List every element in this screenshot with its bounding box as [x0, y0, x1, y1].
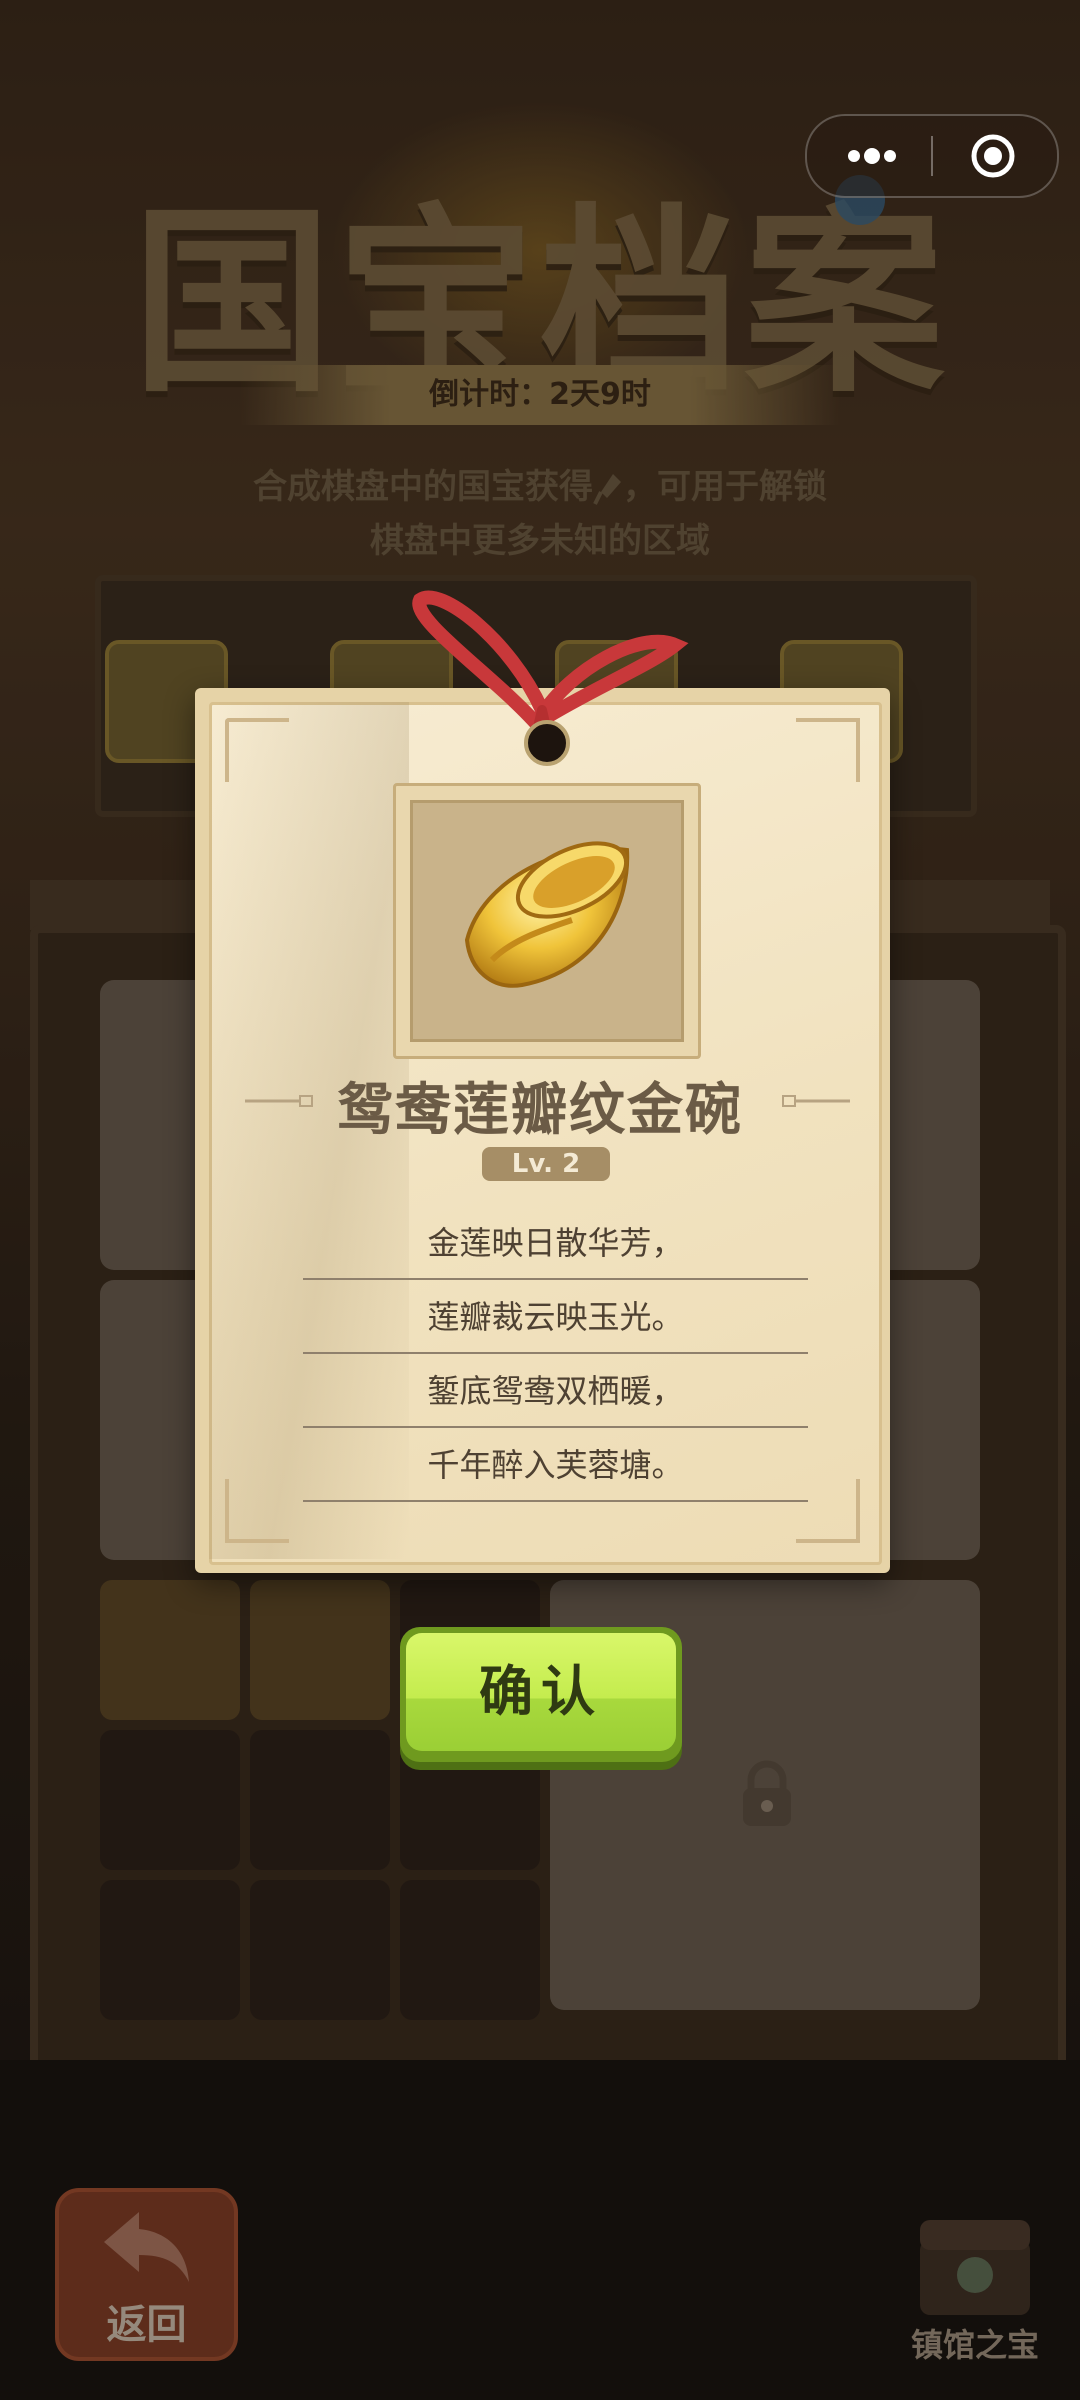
corner-ornament [225, 718, 289, 782]
miniprogram-capsule [805, 114, 1059, 198]
title-ornament-right [782, 1095, 850, 1107]
item-name: 鸳鸯莲瓣纹金碗 [337, 1078, 743, 1143]
capsule-divider [931, 136, 933, 176]
poem-line: 莲瓣裁云映玉光。 [303, 1282, 808, 1354]
corner-ornament [225, 1479, 289, 1543]
corner-ornament [796, 718, 860, 782]
poem-line: 千年醉入芙蓉塘。 [303, 1430, 808, 1502]
poem-line: 錾底鸳鸯双栖暖， [303, 1356, 808, 1428]
confirm-label: 确认 [479, 1660, 603, 1723]
poem-line: 金莲映日散华芳， [303, 1208, 808, 1280]
card-hole [524, 720, 570, 766]
confirm-button[interactable]: 确认 [400, 1627, 682, 1762]
level-badge: Lv. 2 [482, 1147, 610, 1181]
confirm-button-face: 确认 [406, 1633, 676, 1751]
more-icon[interactable] [842, 142, 902, 170]
close-target-icon[interactable] [970, 133, 1016, 179]
gold-bowl-icon [464, 841, 630, 988]
